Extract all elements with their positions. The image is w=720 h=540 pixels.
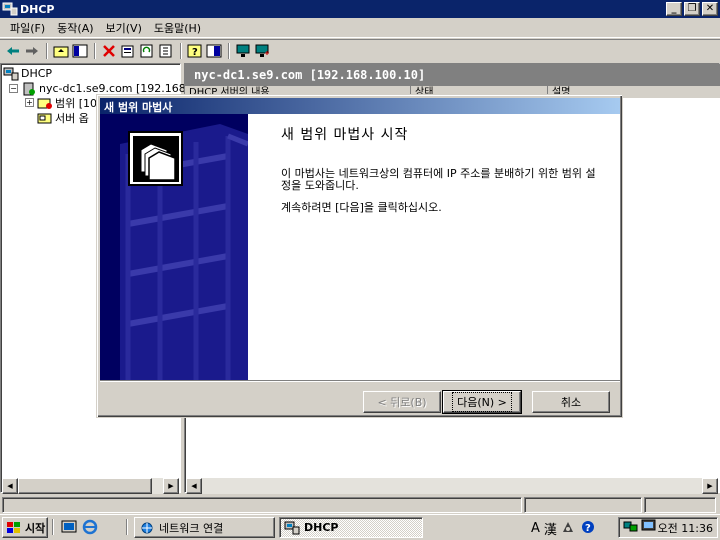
- menu-help[interactable]: 도움말(H): [148, 18, 207, 38]
- status-panel-3: [644, 497, 716, 513]
- dhcp-app-icon: [2, 2, 18, 16]
- tree-hscrollbar[interactable]: ◀ ▶: [2, 478, 179, 494]
- scroll-left-arrow-icon[interactable]: ◀: [186, 478, 202, 494]
- next-button-label: 다음(N) >: [452, 392, 512, 412]
- scroll-right-arrow-icon[interactable]: ▶: [163, 478, 179, 494]
- options-folder-icon: [37, 113, 52, 123]
- ime-toolbar: A 漢 ?: [531, 519, 595, 538]
- window-titlebar: DHCP _ ❐ ✕: [0, 0, 720, 18]
- export-list-icon[interactable]: [157, 42, 175, 60]
- ime-help-icon[interactable]: ?: [581, 520, 595, 537]
- toolbar-separator: [180, 42, 182, 59]
- ime-alpha-mode[interactable]: A: [531, 521, 540, 536]
- task-network-connections[interactable]: 네트워크 연결: [134, 517, 275, 538]
- menu-bar: 파일(F) 동작(A) 보기(V) 도움말(H): [0, 18, 720, 38]
- delete-icon[interactable]: [100, 42, 118, 60]
- taskbar-separator: [126, 519, 128, 535]
- toolbar-separator: [94, 42, 96, 59]
- wizard-heading: 새 범위 마법사 시작: [281, 127, 409, 143]
- minimize-button[interactable]: _: [666, 2, 682, 16]
- forward-arrow-icon[interactable]: [23, 42, 41, 60]
- server-node-icon: [23, 82, 35, 95]
- details-header: nyc-dc1.se9.com [192.168.100.10]: [185, 64, 720, 86]
- wizard-separator: [100, 380, 620, 382]
- toolbar-separator: [46, 42, 48, 59]
- ime-hanja-mode[interactable]: 漢: [544, 519, 557, 538]
- details-hscrollbar[interactable]: ◀ ▶: [186, 478, 718, 494]
- status-bar: [0, 496, 720, 514]
- wizard-title: 새 범위 마법사: [100, 98, 620, 114]
- next-button[interactable]: 다음(N) >: [442, 390, 522, 414]
- scroll-right-arrow-icon[interactable]: ▶: [702, 478, 718, 494]
- menu-view[interactable]: 보기(V): [100, 18, 148, 38]
- toolbar: ?: [0, 39, 720, 61]
- show-tree-icon[interactable]: [71, 42, 89, 60]
- wizard-description: 이 마법사는 네트워크상의 컴퓨터에 IP 주소를 분배하기 위한 범위 설정을…: [281, 167, 596, 192]
- tree-label: 서버 옵: [55, 111, 89, 125]
- tree-label: 범위 [10: [55, 96, 98, 110]
- up-folder-icon[interactable]: [52, 42, 70, 60]
- toolbar-separator: [228, 42, 230, 59]
- status-panel-2: [524, 497, 642, 513]
- tree-label: DHCP: [21, 67, 53, 80]
- network-status-icon[interactable]: [623, 519, 639, 536]
- wizard-folders-icon: [128, 131, 183, 186]
- taskbar-separator: [52, 519, 54, 535]
- dhcp-icon: [3, 67, 19, 80]
- expand-toggle[interactable]: +: [25, 98, 34, 107]
- windows-logo-icon: [7, 521, 20, 533]
- refresh-icon[interactable]: [138, 42, 156, 60]
- help-icon[interactable]: ?: [186, 42, 204, 60]
- add-server-icon[interactable]: [253, 42, 271, 60]
- scroll-left-arrow-icon[interactable]: ◀: [2, 478, 18, 494]
- tree-item-dhcp[interactable]: DHCP: [3, 66, 52, 81]
- restore-button[interactable]: ❐: [684, 2, 700, 16]
- collapse-toggle[interactable]: −: [9, 84, 18, 93]
- dhcp-icon: [284, 521, 300, 534]
- task-label: DHCP: [304, 521, 339, 534]
- wizard-instruction: 계속하려면 [다음]을 클릭하십시오.: [281, 201, 442, 214]
- menu-file[interactable]: 파일(F): [4, 18, 51, 38]
- start-button[interactable]: 시작: [2, 517, 48, 538]
- monitor-icon[interactable]: [641, 519, 657, 536]
- new-scope-wizard-dialog: 새 범위 마법사 새 범위 마법사 시작 이 마법사는 네트워크상의 컴퓨터에 …: [96, 94, 623, 418]
- close-button[interactable]: ✕: [702, 2, 718, 16]
- snap-in-icon[interactable]: [205, 42, 223, 60]
- taskbar: 시작 네트워크 연결 DHCP A 漢 ? 오전 11:36: [0, 514, 720, 540]
- window-title: DHCP: [20, 2, 55, 16]
- ime-tool-icon[interactable]: [561, 520, 575, 537]
- network-icon: [141, 522, 153, 533]
- scroll-thumb[interactable]: [18, 478, 152, 494]
- status-panel-main: [2, 497, 522, 513]
- svg-text:?: ?: [585, 523, 591, 534]
- wizard-side-banner: [100, 114, 248, 380]
- task-label: 네트워크 연결: [159, 521, 224, 535]
- menu-action[interactable]: 동작(A): [51, 18, 99, 38]
- internet-explorer-icon[interactable]: [82, 519, 98, 535]
- server-icon[interactable]: [234, 42, 252, 60]
- tree-item-server-options[interactable]: 서버 옵: [37, 110, 89, 125]
- clock[interactable]: 오전 11:36: [658, 520, 713, 536]
- system-tray: 오전 11:36: [618, 517, 718, 538]
- show-desktop-icon[interactable]: [61, 519, 77, 535]
- cancel-button[interactable]: 취소: [532, 391, 610, 413]
- back-button[interactable]: < 뒤로(B): [363, 391, 441, 413]
- task-dhcp[interactable]: DHCP: [279, 517, 423, 538]
- start-label: 시작: [25, 521, 46, 535]
- back-arrow-icon[interactable]: [4, 42, 22, 60]
- svg-text:?: ?: [192, 47, 198, 58]
- properties-icon[interactable]: [119, 42, 137, 60]
- scope-folder-icon: [37, 98, 52, 109]
- wizard-content: 새 범위 마법사 시작 이 마법사는 네트워크상의 컴퓨터에 IP 주소를 분배…: [248, 114, 620, 380]
- tree-item-scope[interactable]: + 범위 [10: [25, 95, 97, 110]
